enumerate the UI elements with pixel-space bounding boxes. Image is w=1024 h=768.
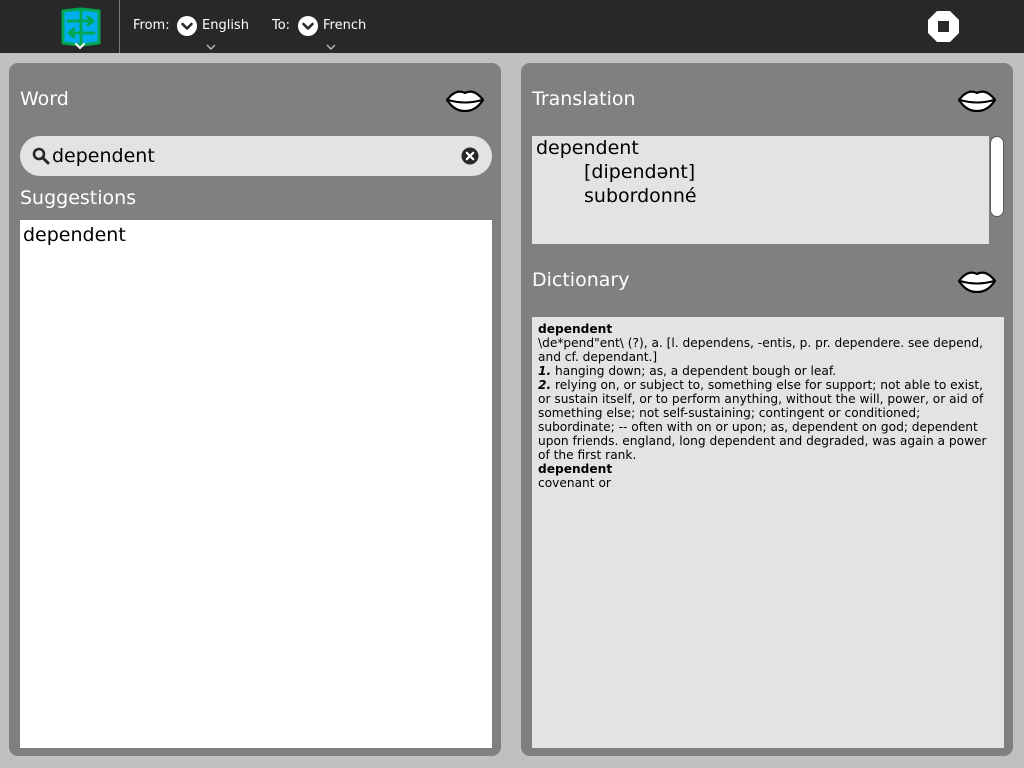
word-title: Word bbox=[20, 88, 69, 110]
to-language-dropdown-button[interactable] bbox=[298, 16, 318, 36]
lips-speak-icon[interactable] bbox=[957, 88, 997, 112]
dropdown-indicator-icon bbox=[326, 44, 336, 50]
search-icon bbox=[32, 147, 50, 165]
word-panel: Word Suggestions dependent bbox=[9, 63, 501, 756]
translation-text: dependent [dipendənt] subordonné bbox=[532, 136, 989, 244]
chevron-down-icon bbox=[75, 43, 85, 50]
suggestion-item[interactable]: dependent bbox=[23, 223, 126, 247]
dictionary-etymology: \de*pend"ent\ (?), a. [l. dependens, -en… bbox=[538, 336, 983, 364]
toolbar-separator bbox=[119, 0, 120, 53]
stop-button[interactable] bbox=[927, 10, 960, 43]
sense-number: 1. bbox=[538, 364, 552, 378]
translation-panel: Translation dependent [dipendənt] subord… bbox=[521, 63, 1013, 756]
dictionary-title: Dictionary bbox=[532, 269, 630, 291]
translation-pronunciation: [dipendənt] bbox=[584, 161, 696, 183]
to-label: To: bbox=[272, 18, 291, 33]
sense-text: hanging down; as, a dependent bough or l… bbox=[551, 364, 837, 378]
suggestions-list[interactable]: dependent bbox=[20, 220, 492, 748]
chevron-down-icon bbox=[181, 22, 193, 30]
activity-button[interactable] bbox=[60, 7, 102, 47]
dictionary-entry-text: covenant or bbox=[538, 476, 611, 490]
sense-number: 2. bbox=[538, 378, 552, 392]
translation-title: Translation bbox=[532, 88, 636, 110]
clear-icon[interactable] bbox=[461, 147, 479, 165]
lips-speak-icon[interactable] bbox=[957, 269, 997, 293]
dropdown-indicator-icon bbox=[206, 44, 216, 50]
stop-icon bbox=[928, 11, 959, 42]
search-box[interactable] bbox=[20, 136, 492, 176]
dictionary-content: dependent \de*pend"ent\ (?), a. [l. depe… bbox=[538, 322, 994, 490]
sense-text: relying on, or subject to, something els… bbox=[538, 378, 987, 462]
to-language-value[interactable]: French bbox=[323, 18, 366, 34]
dictionary-headword: dependent bbox=[538, 462, 613, 476]
translation-meaning: subordonné bbox=[584, 185, 697, 207]
chevron-down-icon bbox=[302, 22, 314, 30]
from-language-dropdown-button[interactable] bbox=[177, 16, 197, 36]
translation-word: dependent bbox=[536, 137, 639, 159]
from-language-value[interactable]: English bbox=[202, 18, 249, 34]
from-label: From: bbox=[133, 18, 170, 33]
dictionary-headword: dependent bbox=[538, 322, 613, 336]
lips-speak-icon[interactable] bbox=[445, 88, 485, 112]
toolbar: From: English To: French bbox=[0, 0, 1024, 53]
translation-scrollbar[interactable] bbox=[990, 136, 1004, 217]
suggestions-title: Suggestions bbox=[20, 187, 137, 209]
search-input[interactable] bbox=[52, 142, 452, 170]
dictionary-text: dependent \de*pend"ent\ (?), a. [l. depe… bbox=[532, 317, 1004, 748]
book-translate-icon bbox=[61, 7, 101, 47]
